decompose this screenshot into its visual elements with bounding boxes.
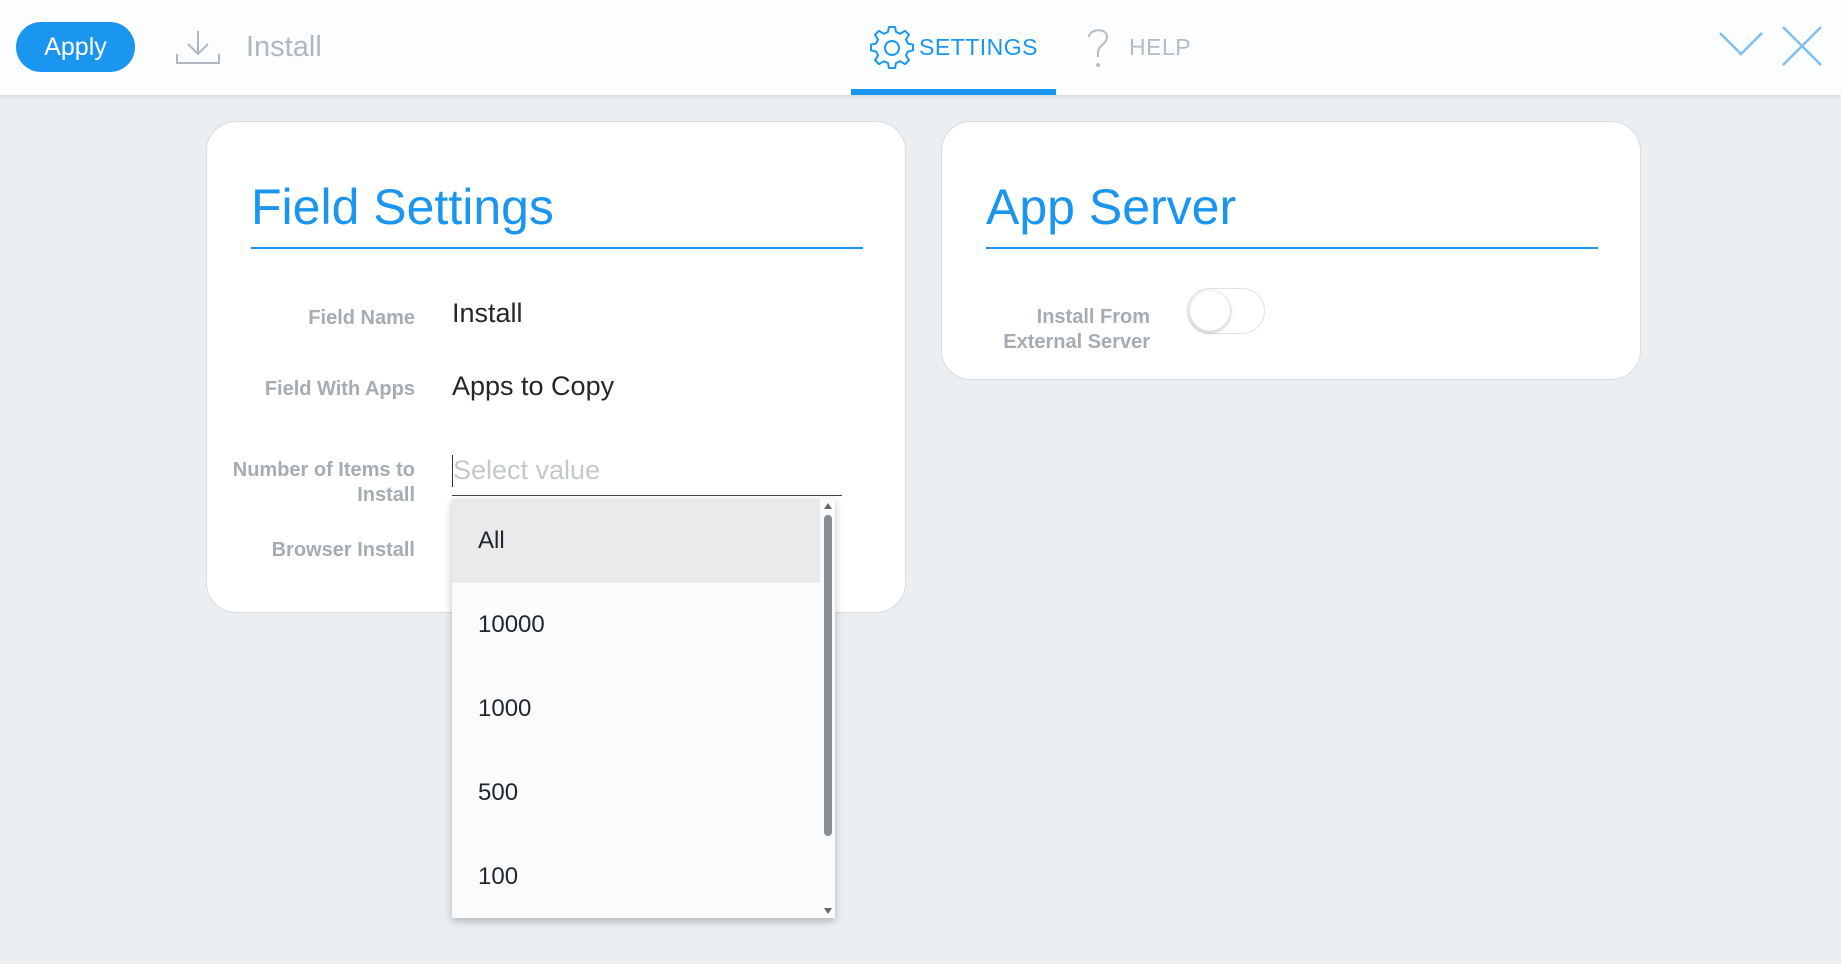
app-server-title: App Server — [986, 179, 1598, 249]
scrollbar-thumb[interactable] — [824, 515, 832, 836]
close-icon[interactable] — [1780, 24, 1824, 68]
active-tab-indicator — [851, 89, 1056, 95]
field-name-label: Field Name — [308, 307, 415, 329]
dropdown-option[interactable]: All — [452, 499, 820, 583]
dropdown-option[interactable]: 500 — [452, 751, 820, 835]
install-external-label: Install From External Server — [1003, 306, 1150, 353]
field-with-apps-label: Field With Apps — [264, 378, 415, 400]
top-toolbar: Apply Install SETTINGS HELP — [0, 0, 1841, 95]
apply-button[interactable]: Apply — [16, 22, 135, 72]
install-external-toggle[interactable] — [1187, 288, 1265, 334]
gear-icon — [869, 25, 914, 69]
scroll-down-arrow-icon[interactable] — [824, 908, 832, 914]
tab-help[interactable]: HELP — [1085, 0, 1191, 95]
select-placeholder: Select value — [453, 455, 601, 485]
app-server-card: App Server Install From External Server — [941, 121, 1641, 380]
tab-settings-label: SETTINGS — [918, 34, 1038, 60]
number-of-items-select[interactable]: Select value — [452, 446, 842, 496]
question-mark-icon — [1088, 28, 1109, 67]
browser-install-label: Browser Install — [271, 539, 415, 561]
dropdown-option[interactable]: 1000 — [452, 667, 820, 751]
dropdown-option[interactable]: 100 — [452, 835, 820, 919]
toggle-knob — [1190, 291, 1230, 331]
field-with-apps-value: Apps to Copy — [452, 371, 615, 401]
field-settings-title: Field Settings — [251, 179, 863, 249]
tab-help-label: HELP — [1129, 34, 1192, 60]
chevron-down-icon[interactable] — [1718, 30, 1764, 58]
scroll-up-arrow-icon[interactable] — [824, 503, 832, 509]
dropdown-scrollbar[interactable] — [820, 499, 835, 918]
tab-settings[interactable]: SETTINGS — [851, 0, 1056, 95]
field-name-value: Install — [452, 298, 523, 328]
download-icon — [176, 31, 220, 64]
number-of-items-label: Number of Items to Install — [232, 459, 415, 506]
dropdown-option[interactable]: 10000 — [452, 583, 820, 667]
install-label: Install — [246, 30, 322, 63]
number-of-items-dropdown: All 10000 1000 500 100 — [452, 499, 835, 918]
install-button[interactable]: Install — [174, 22, 322, 72]
